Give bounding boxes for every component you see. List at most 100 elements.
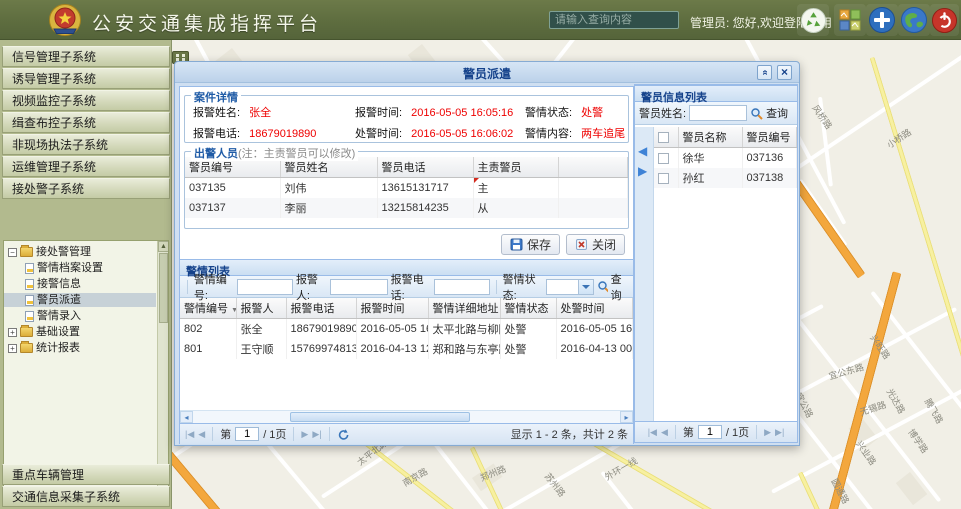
- column-header[interactable]: 报警人: [236, 298, 286, 319]
- cell: 2016-05-05 16:...: [356, 319, 428, 340]
- tree-node-alarm-entry[interactable]: 警情录入: [4, 309, 156, 323]
- alarm-search-button[interactable]: 查询: [597, 271, 629, 303]
- sidebar-item-traffic-info[interactable]: 交通信息采集子系统: [2, 486, 170, 507]
- column-header[interactable]: 报警电话: [286, 298, 356, 319]
- cell-editable-primary[interactable]: 从: [473, 198, 558, 218]
- dispatch-note: (注：主责警员可以修改): [238, 148, 355, 160]
- tree-node-alarm-info[interactable]: 接警信息: [4, 277, 156, 291]
- officer-name-input[interactable]: [689, 105, 747, 121]
- column-header[interactable]: 警情详细地址: [428, 298, 500, 319]
- close-button[interactable]: 关闭: [566, 234, 625, 255]
- expand-box-icon[interactable]: +: [8, 328, 17, 337]
- table-row[interactable]: 801 王守顺 15769974813 2016-04-13 12:... 郑和…: [180, 339, 633, 359]
- phone-input[interactable]: [434, 279, 490, 295]
- sidebar-item-checkpoint[interactable]: 缉查布控子系统: [2, 112, 170, 133]
- close-icon[interactable]: ×: [777, 65, 792, 80]
- global-search-input[interactable]: [549, 11, 679, 29]
- window-titlebar[interactable]: 警员派遣 « ×: [175, 62, 799, 83]
- next-page-icon[interactable]: ▶: [301, 429, 308, 440]
- cell: 张全: [236, 319, 286, 340]
- officer-pager: |◀ ◀ 第 / 1页 ▶ ▶|: [635, 421, 797, 442]
- expand-box-icon[interactable]: +: [8, 344, 17, 353]
- table-row[interactable]: 037135 刘伟 13615131717 主: [185, 178, 628, 199]
- tree-node-basic-settings[interactable]: + 基础设置: [4, 325, 156, 339]
- move-left-icon[interactable]: ◀: [638, 145, 647, 157]
- chevron-down-icon[interactable]: [578, 280, 593, 294]
- folder-icon: [20, 343, 33, 353]
- sidebar-item-video[interactable]: 视频监控子系统: [2, 90, 170, 111]
- table-row[interactable]: 徐华 037136: [654, 148, 797, 169]
- prev-page-icon[interactable]: ◀: [661, 427, 668, 438]
- move-right-icon[interactable]: ▶: [638, 165, 647, 177]
- column-header-sorted[interactable]: 警情编号 ▼: [180, 298, 236, 319]
- case-details-legend: 案件详情: [191, 89, 241, 105]
- column-header[interactable]: 警员编号: [742, 127, 797, 148]
- checkbox-icon[interactable]: [658, 132, 669, 143]
- scrollbar-thumb[interactable]: [290, 412, 470, 422]
- filter-label: 警员姓名:: [639, 105, 686, 121]
- collapse-box-icon[interactable]: −: [8, 248, 17, 257]
- table-row[interactable]: 孙红 037138: [654, 168, 797, 188]
- column-header[interactable]: 警情状态: [500, 298, 556, 319]
- page-label: 第: [220, 426, 231, 442]
- column-header[interactable]: 警员名称: [678, 127, 742, 148]
- last-page-icon[interactable]: ▶|: [312, 429, 321, 440]
- table-row[interactable]: 802 张全 18679019890 2016-05-05 16:... 太平北…: [180, 319, 633, 340]
- reporter-input[interactable]: [330, 279, 388, 295]
- scrollbar-thumb[interactable]: [159, 253, 168, 323]
- dialog-button-row: 保存 关闭: [501, 234, 625, 255]
- apps-grid-icon[interactable]: [834, 4, 866, 36]
- recycle-icon[interactable]: [797, 4, 829, 36]
- row-checkbox[interactable]: [658, 173, 669, 184]
- tree-node-officer-dispatch[interactable]: 警员派遣: [4, 293, 156, 307]
- column-header[interactable]: 警员电话: [377, 157, 473, 178]
- scroll-left-icon[interactable]: ◂: [180, 411, 193, 423]
- first-page-icon[interactable]: |◀: [185, 429, 194, 440]
- status-select[interactable]: [546, 279, 594, 295]
- sidebar-item-offsite[interactable]: 非现场执法子系统: [2, 134, 170, 155]
- app-title: 公安交通集成指挥平台: [92, 9, 322, 36]
- first-page-icon[interactable]: |◀: [648, 427, 657, 438]
- page-number-input[interactable]: [235, 427, 259, 441]
- tree-node-dispatch-mgmt[interactable]: − 接处警管理: [4, 245, 156, 259]
- alarm-id-input[interactable]: [237, 279, 293, 295]
- select-all-header[interactable]: [654, 127, 678, 148]
- save-button[interactable]: 保存: [501, 234, 560, 255]
- table-row[interactable]: 037137 李丽 13215814235 从: [185, 198, 628, 218]
- dispatch-officers-fieldset: 出警人员(注：主责警员可以修改) 警员编号 警员姓名 警员电话 主责警员: [184, 151, 629, 229]
- save-floppy-icon: [510, 238, 523, 251]
- sidebar-item-key-vehicles[interactable]: 重点车辆管理: [2, 464, 170, 485]
- page-number-input[interactable]: [698, 425, 722, 439]
- field-value: 18679019890: [249, 128, 316, 140]
- row-checkbox[interactable]: [658, 153, 669, 164]
- next-page-icon[interactable]: ▶: [764, 427, 771, 438]
- dispatch-officers-grid: 警员编号 警员姓名 警员电话 主责警员 037135 刘伟 1361513171…: [185, 157, 628, 218]
- transfer-gutter: ◀ ▶: [635, 127, 654, 421]
- horizontal-scrollbar[interactable]: ◂ ▸: [180, 410, 633, 423]
- last-page-icon[interactable]: ▶|: [775, 427, 784, 438]
- collapse-icon[interactable]: «: [757, 65, 772, 80]
- sidebar-item-guidance[interactable]: 诱导管理子系统: [2, 68, 170, 89]
- scroll-right-icon[interactable]: ▸: [620, 411, 633, 423]
- officer-panel-header: 警员信息列表: [635, 85, 797, 102]
- sidebar-item-dispatch-system[interactable]: 接处警子系统: [2, 178, 170, 199]
- add-icon[interactable]: [866, 4, 898, 36]
- map-road-label: 博学路: [905, 426, 931, 456]
- alarm-pager: |◀ ◀ 第 / 1页 ▶ ▶| 显: [180, 423, 633, 444]
- column-header[interactable]: 主责警员: [473, 157, 558, 178]
- field-value: 2016-05-05 16:06:02: [411, 128, 513, 140]
- scroll-up-icon[interactable]: ▲: [158, 241, 169, 252]
- officer-search-button[interactable]: 查询: [750, 105, 788, 121]
- refresh-icon[interactable]: [337, 428, 350, 441]
- sidebar-item-maintain[interactable]: 运维管理子系统: [2, 156, 170, 177]
- tree-node-statistics[interactable]: + 统计报表: [4, 341, 156, 355]
- power-logout-icon[interactable]: [930, 4, 959, 36]
- field-label: 警情状态:: [525, 107, 572, 119]
- sidebar-item-signal[interactable]: 信号管理子系统: [2, 46, 170, 67]
- prev-page-icon[interactable]: ◀: [198, 429, 205, 440]
- cell-editable-primary[interactable]: 主: [473, 178, 558, 199]
- cell: 2016-04-13 00:04...: [556, 339, 633, 359]
- tree-scrollbar[interactable]: ▲ ▼: [157, 241, 168, 501]
- tree-node-alarm-archive[interactable]: 警情档案设置: [4, 261, 156, 275]
- globe-icon[interactable]: [898, 4, 930, 36]
